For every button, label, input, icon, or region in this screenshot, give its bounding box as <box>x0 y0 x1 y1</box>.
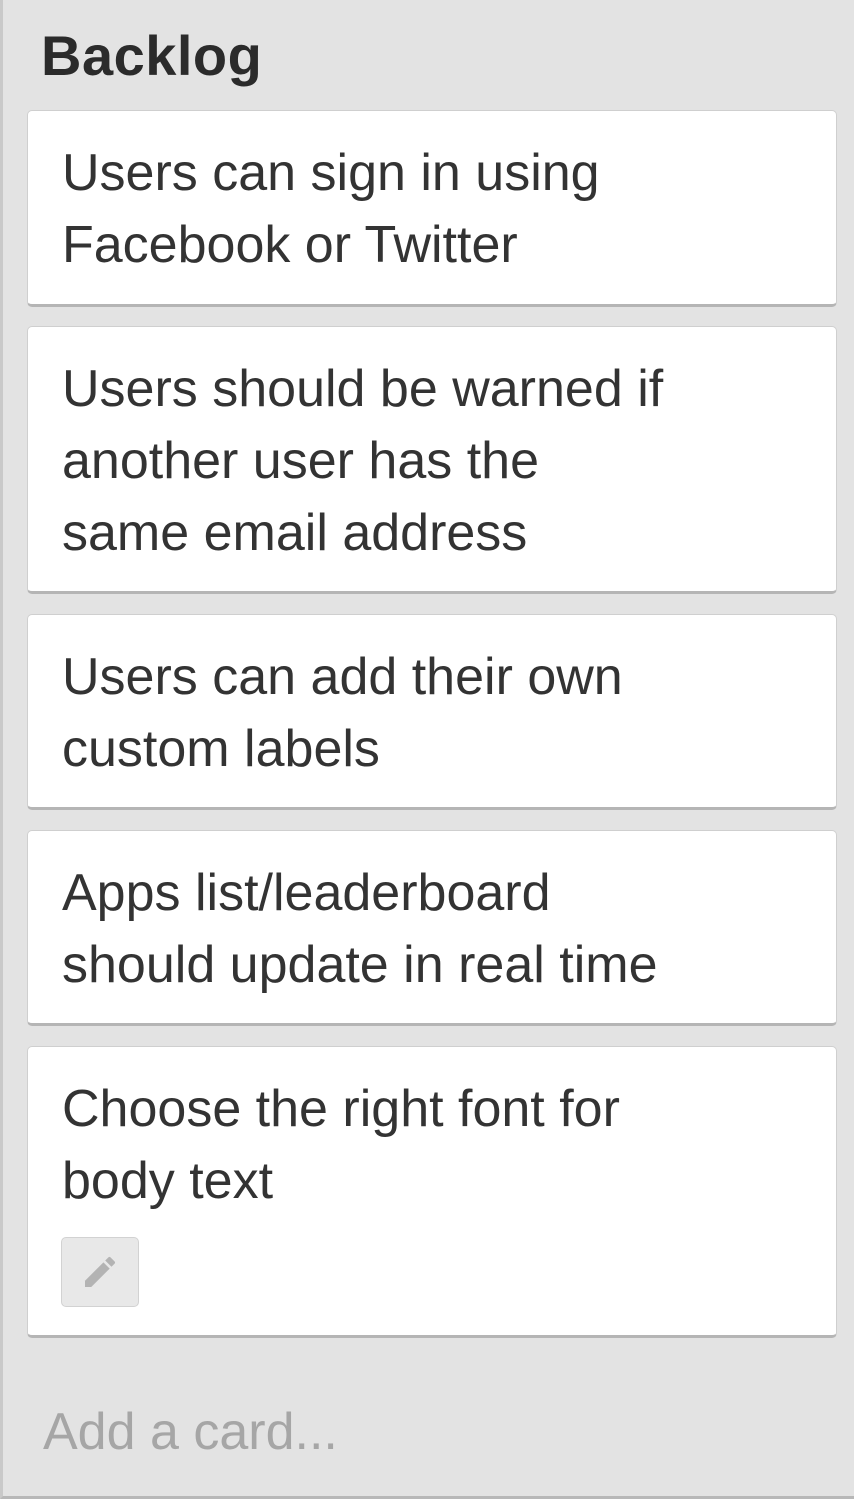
pencil-icon <box>85 1256 116 1287</box>
edit-card-button[interactable] <box>61 1237 139 1307</box>
list-title[interactable]: Backlog <box>41 24 262 88</box>
add-card-link[interactable]: Add a card... <box>43 1400 338 1464</box>
card[interactable]: Users should be warned if another user h… <box>27 326 837 594</box>
card[interactable]: Apps list/leaderboard should update in r… <box>27 830 837 1026</box>
card-title: Users can add their own custom labels <box>62 648 623 778</box>
backlog-list: Backlog Users can sign in using Facebook… <box>0 0 854 1499</box>
card[interactable]: Users can add their own custom labels <box>27 614 837 810</box>
card-title: Users can sign in using Facebook or Twit… <box>62 144 600 274</box>
card[interactable]: Users can sign in using Facebook or Twit… <box>27 110 837 307</box>
card-title: Users should be warned if another user h… <box>62 360 664 562</box>
card-title: Choose the right font for body text <box>62 1080 620 1210</box>
card-title: Apps list/leaderboard should update in r… <box>62 864 658 994</box>
card[interactable]: Choose the right font for body text <box>27 1046 837 1338</box>
